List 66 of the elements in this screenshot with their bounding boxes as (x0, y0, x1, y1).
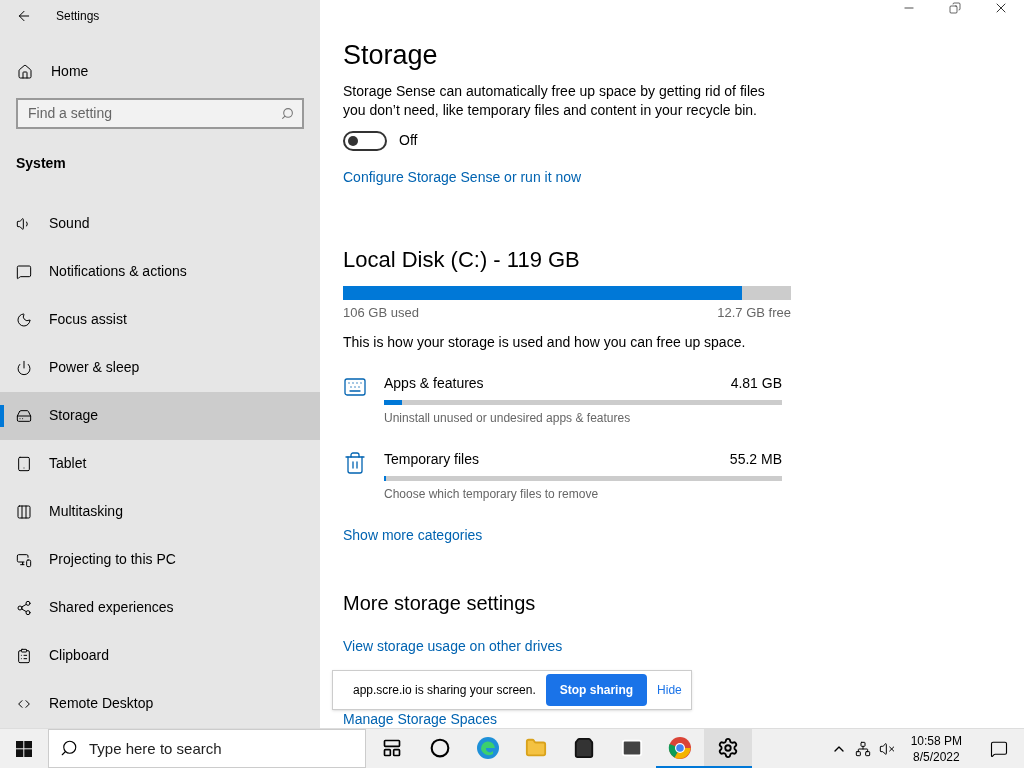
windows-logo-icon (16, 740, 32, 757)
taskbar-search-field[interactable]: Type here to search (48, 729, 366, 768)
home-icon (17, 64, 33, 80)
category-size: 55.2 MB (729, 449, 782, 469)
home-item[interactable]: Home (0, 50, 320, 94)
clipboard-icon (16, 648, 32, 664)
browser-logo-icon (668, 735, 692, 760)
moon-icon (16, 312, 32, 328)
sidebar-item[interactable]: Shared experiences (0, 584, 320, 632)
window-title: Settings (56, 8, 100, 26)
category-hint: Choose which temporary files to remove (384, 485, 600, 503)
disk-title: Local Disk (C:) - 119 GB (343, 246, 581, 274)
clock[interactable]: 10:58 PM 8/5/2022 (902, 732, 970, 765)
sidebar-item[interactable]: Clipboard (0, 632, 320, 680)
free-label: 12.7 GB free (717, 304, 791, 322)
stop-sharing-button[interactable]: Stop sharing (545, 674, 648, 706)
task-view-icon (382, 737, 402, 758)
sidebar-item[interactable]: Storage (0, 392, 320, 440)
more-categories-link[interactable]: Show more categories (343, 524, 483, 546)
category-hint: Uninstall unused or undesired apps & features (384, 409, 632, 427)
tablet-icon (16, 456, 32, 472)
sidebar-item[interactable]: Remote Desktop (0, 680, 320, 728)
notifications-icon[interactable] (990, 739, 1008, 758)
settings-link[interactable]: Manage Storage Spaces (343, 708, 498, 730)
section-heading: System (15, 154, 67, 173)
share-message: app.scre.io is sharing your screen. (353, 682, 536, 699)
sidebar-item[interactable]: Projecting to this PC (0, 536, 320, 584)
gear-icon (717, 736, 739, 759)
description: Storage Sense can automatically free up space by getting rid of files you don’t need, like temporary files and content in your recycle bin. (343, 82, 766, 120)
taskbar-app[interactable] (704, 729, 752, 768)
toggle-switch[interactable] (343, 130, 387, 151)
share-icon (16, 600, 32, 616)
sidebar-item[interactable]: Multitasking (0, 488, 320, 536)
muted-speaker-icon[interactable] (878, 740, 895, 757)
sidebar-item[interactable]: Focus assist (0, 296, 320, 344)
used-label: 106 GB used (343, 304, 419, 322)
category-name: Temporary files (384, 449, 479, 469)
monitors-icon (16, 552, 32, 568)
network-icon[interactable] (854, 740, 871, 757)
configure-link[interactable]: Configure Storage Sense or run it now (343, 167, 582, 188)
sidebar-item[interactable]: Power & sleep (0, 344, 320, 392)
search-field[interactable]: Find a setting (16, 97, 304, 129)
browser-logo-icon (476, 735, 500, 760)
category-item[interactable]: Apps & features 4.81 GB Uninstall unused or undesired apps & features (384, 372, 782, 427)
power-icon (16, 360, 32, 376)
search-icon (60, 739, 78, 757)
trash-icon (343, 450, 367, 475)
settings-link[interactable]: View storage usage on other drives (343, 635, 563, 657)
circle-icon (430, 737, 450, 758)
page-title: Storage (343, 39, 439, 72)
sidebar-item[interactable]: Notifications & actions (0, 248, 320, 296)
category-size: 4.81 GB (730, 373, 782, 393)
toggle-label: Off (399, 131, 418, 150)
category-name: Apps & features (384, 373, 484, 393)
hide-button[interactable]: Hide (657, 681, 682, 699)
restore-icon (949, 2, 961, 14)
sidebar-item[interactable]: Sound (0, 200, 320, 248)
columns-icon (16, 504, 32, 520)
category-item[interactable]: Temporary files 55.2 MB Choose which temporary files to remove (384, 448, 782, 503)
folder-icon (525, 736, 547, 759)
search-icon (281, 106, 294, 120)
sidebar-item[interactable]: Tablet (0, 440, 320, 488)
section-title: More storage settings (343, 590, 537, 616)
drive-icon (16, 408, 32, 424)
speech-bubble-icon (16, 264, 32, 280)
usage-text: This is how your storage is used and how you can free up space. (343, 332, 747, 352)
